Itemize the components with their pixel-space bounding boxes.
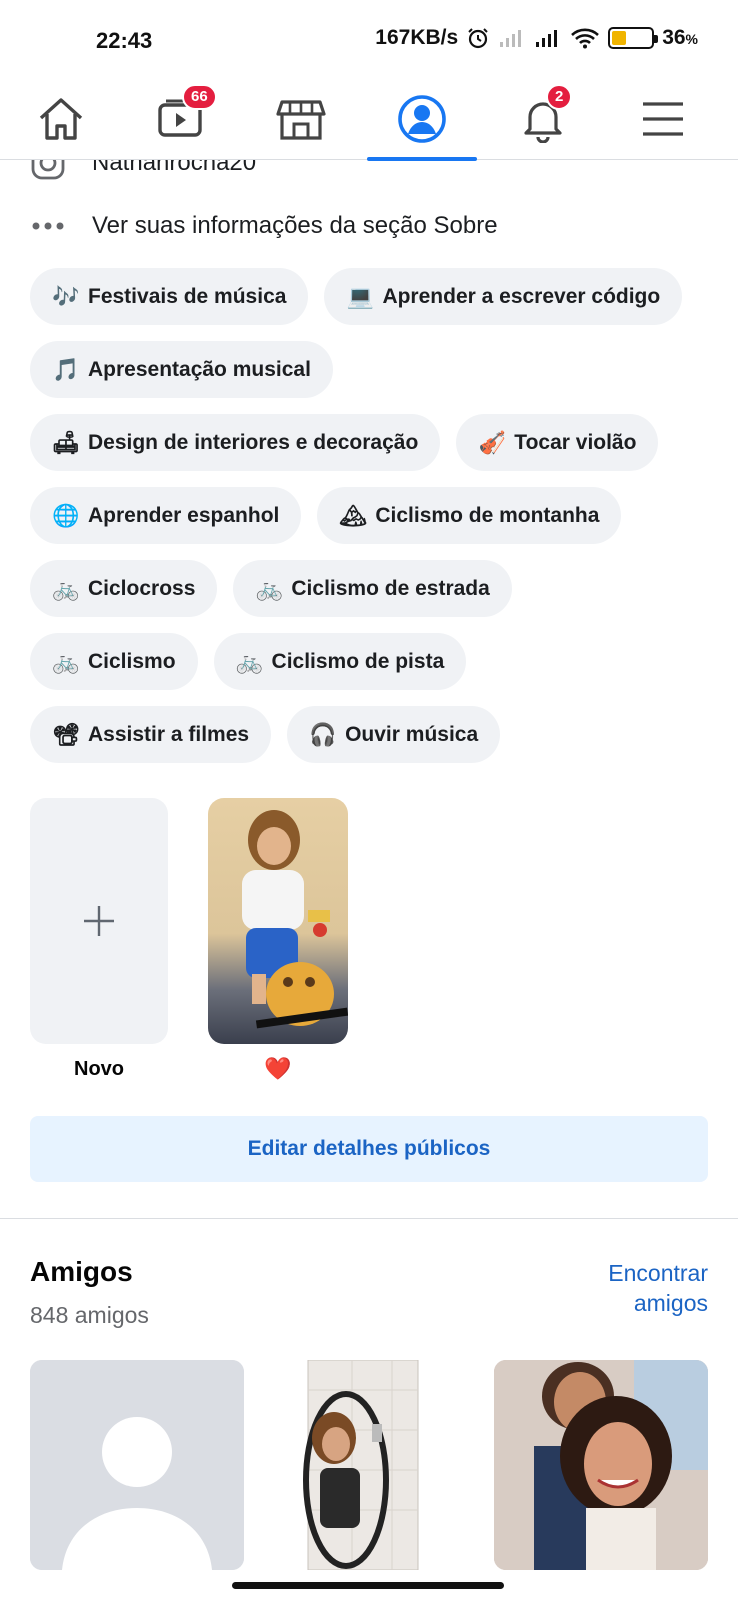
interest-label: Ciclismo de pista <box>271 649 445 673</box>
battery-level <box>612 31 626 45</box>
interest-row: 🎶 Festivais de música 💻 Aprender a escrever… <box>30 268 710 325</box>
interest-row: 🚲 Ciclocross 🚲 Ciclismo de estrada <box>30 560 710 617</box>
interest-label: Ciclismo de montanha <box>375 503 600 527</box>
interest-chip[interactable]: 💻 Aprender a escrever código <box>324 268 683 325</box>
home-icon <box>39 98 83 140</box>
instagram-row[interactable]: Nathanrocha20 <box>30 160 256 180</box>
interest-emoji-icon: 📽 <box>52 721 80 747</box>
find-friends-link[interactable]: Encontrar amigos <box>548 1258 708 1318</box>
interest-chip[interactable]: 🎶 Festivais de música <box>30 268 309 325</box>
instagram-icon <box>30 160 66 180</box>
battery-percent: 36% <box>662 26 698 49</box>
edit-public-details-button[interactable]: Editar detalhes públicos <box>30 1116 708 1182</box>
plus-icon <box>84 906 114 936</box>
friends-count: 848 amigos <box>30 1302 149 1328</box>
status-icons: 167KB/s 36% <box>375 26 698 50</box>
friend-photo-3 <box>494 1360 708 1570</box>
marketplace-icon <box>276 100 326 140</box>
interest-emoji-icon: 🚲 <box>52 648 80 674</box>
interest-chip[interactable]: 📽 Assistir a filmes <box>30 706 272 763</box>
interest-chip[interactable]: 🎧 Ouvir música <box>287 706 501 763</box>
interest-row: 🌐 Aprender espanhol 🏔 Ciclismo de montanha <box>30 487 710 544</box>
tab-profile[interactable] <box>367 78 477 161</box>
interest-chip[interactable]: 🚲 Ciclismo de estrada <box>233 560 512 617</box>
interest-chip[interactable]: 🚲 Ciclismo <box>30 633 198 690</box>
interest-label: Ciclocross <box>88 576 196 600</box>
interest-emoji-icon: 🎧 <box>309 721 337 747</box>
tab-video[interactable]: 66 <box>126 78 236 160</box>
tab-home[interactable] <box>6 78 116 160</box>
interest-emoji-icon: 🚲 <box>235 648 264 674</box>
interest-label: Festivais de música <box>88 284 287 308</box>
battery-icon <box>608 27 659 49</box>
highlight-thumbnail[interactable] <box>208 798 348 1044</box>
top-navigation: 66 2 <box>0 78 738 161</box>
profile-content[interactable]: Nathanrocha20 Ver suas informações da se… <box>0 160 738 1600</box>
interest-row: 🎵 Apresentação musical <box>30 341 710 398</box>
interest-emoji-icon: 🌐 <box>52 502 80 528</box>
status-bar: 22:43 167KB/s 36% <box>0 0 738 78</box>
menu-icon <box>643 102 683 136</box>
interest-chip[interactable]: 🌐 Aprender espanhol <box>30 487 302 544</box>
network-speed: 167KB/s <box>375 26 459 49</box>
interest-chip[interactable]: 🎻 Tocar violão <box>456 414 659 471</box>
interest-chip[interactable]: 🏔 Ciclismo de montanha <box>317 487 622 544</box>
interest-label: Design de interiores e decoração <box>88 430 419 454</box>
interest-emoji-icon: 🎻 <box>478 429 506 455</box>
notifications-badge: 2 <box>546 84 573 110</box>
interest-label: Assistir a filmes <box>88 722 250 746</box>
interest-row: 🛋 Design de interiores e decoração 🎻 Tocar … <box>30 414 710 471</box>
more-dots-icon <box>30 221 66 231</box>
tab-notifications[interactable]: 2 <box>488 78 598 160</box>
default-avatar-icon <box>30 1360 244 1570</box>
interest-emoji-icon: 🚲 <box>52 575 80 601</box>
interest-chip[interactable]: 🎵 Apresentação musical <box>30 341 333 398</box>
status-time: 22:43 <box>96 28 153 53</box>
interest-chip[interactable]: 🚲 Ciclocross <box>30 560 218 617</box>
interest-label: Ciclismo de estrada <box>291 576 490 600</box>
interest-label: Tocar violão <box>514 430 637 454</box>
new-highlight-button[interactable] <box>30 798 168 1044</box>
friend-photo-2 <box>303 1360 419 1570</box>
see-about-label: Ver suas informações da seção Sobre <box>92 212 498 239</box>
highlight-label: ❤️ <box>264 1056 292 1081</box>
see-about-row[interactable]: Ver suas informações da seção Sobre <box>30 212 498 240</box>
interest-emoji-icon: 💻 <box>346 283 375 309</box>
interest-label: Ciclismo <box>88 649 176 673</box>
interest-label: Apresentação musical <box>88 357 311 381</box>
profile-icon <box>398 95 446 143</box>
interest-emoji-icon: 🚲 <box>255 575 284 601</box>
wifi-icon <box>570 27 600 49</box>
interest-label: Aprender a escrever código <box>382 284 661 308</box>
section-divider <box>0 1218 738 1219</box>
signal-icon-sim2 <box>534 28 562 48</box>
tab-menu[interactable] <box>608 78 718 160</box>
interest-emoji-icon: 🏔 <box>339 502 368 528</box>
home-indicator <box>232 1582 504 1589</box>
interest-label: Aprender espanhol <box>88 503 280 527</box>
interest-emoji-icon: 🎵 <box>52 356 80 382</box>
instagram-handle: Nathanrocha20 <box>92 160 257 176</box>
interest-emoji-icon: 🛋 <box>52 429 80 455</box>
new-highlight-label: Novo <box>74 1058 124 1080</box>
interest-chip[interactable]: 🚲 Ciclismo de pista <box>213 633 467 690</box>
interest-label: Ouvir música <box>345 722 479 746</box>
friends-title: Amigos <box>30 1256 133 1287</box>
interest-row: 📽 Assistir a filmes 🎧 Ouvir música <box>30 706 710 763</box>
tab-marketplace[interactable] <box>246 78 356 160</box>
friend-card-3[interactable] <box>494 1360 708 1570</box>
alarm-icon <box>466 26 490 50</box>
signal-icon-sim1 <box>498 28 526 48</box>
interest-emoji-icon: 🎶 <box>52 283 80 309</box>
video-badge: 66 <box>182 84 217 110</box>
interest-chip[interactable]: 🛋 Design de interiores e decoração <box>30 414 441 471</box>
interests-list: 🎶 Festivais de música 💻 Aprender a escrever… <box>30 268 710 779</box>
interest-row: 🚲 Ciclismo 🚲 Ciclismo de pista <box>30 633 710 690</box>
friend-card-1[interactable] <box>30 1360 244 1570</box>
friend-card-2[interactable] <box>262 1360 476 1570</box>
